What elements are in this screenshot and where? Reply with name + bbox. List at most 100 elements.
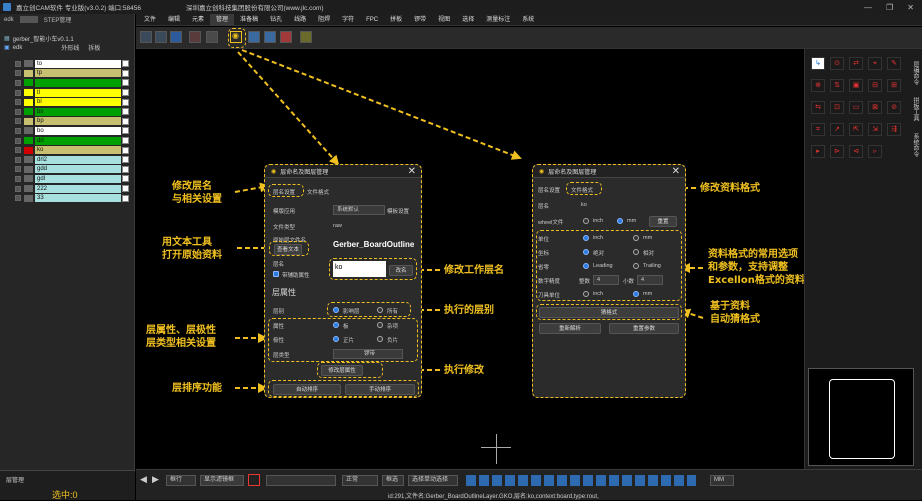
right-tool-icon[interactable]: ⇆ — [811, 101, 825, 114]
layer-row[interactable]: tl — [0, 88, 135, 98]
right-tool-icon[interactable]: ⊞ — [887, 79, 901, 92]
menu-item[interactable]: 系统 — [516, 14, 540, 26]
tab-file-format[interactable]: 文件格式 — [307, 188, 329, 196]
template-select[interactable]: 系统默认 — [333, 205, 385, 215]
right-tool-icon[interactable]: ⊘ — [887, 101, 901, 114]
toolbar-button-3[interactable] — [170, 31, 182, 43]
layer-row[interactable]: bo — [0, 126, 135, 136]
mode-select[interactable]: 框行 — [166, 475, 196, 486]
menu-item[interactable]: 线路 — [288, 14, 312, 26]
tool-strip[interactable] — [466, 475, 696, 486]
menu-item[interactable]: 锣带 — [408, 14, 432, 26]
menu-item[interactable]: 视图 — [432, 14, 456, 26]
layer-row[interactable]: bp — [0, 117, 135, 127]
right-tool-icon[interactable]: ⇅ — [830, 79, 844, 92]
wheel-radio-inch[interactable] — [583, 218, 589, 224]
layer-color-swatch[interactable] — [24, 185, 33, 193]
tab-layer-name[interactable]: 层名设置 — [538, 186, 560, 194]
layer-visible-checkbox[interactable] — [15, 137, 21, 144]
layer-color-swatch[interactable] — [24, 146, 33, 154]
right-tool-icon[interactable]: ▣ — [849, 79, 863, 92]
layer-color-swatch[interactable] — [24, 117, 33, 125]
right-tool-icon[interactable]: ⊟ — [868, 79, 882, 92]
layer-color-swatch[interactable] — [24, 127, 33, 135]
maximize-button[interactable]: ❐ — [886, 3, 893, 12]
filter-button[interactable]: 显示滤镜框 — [200, 475, 244, 486]
menu-item[interactable]: 编辑 — [162, 14, 186, 26]
layer-visible-checkbox[interactable] — [15, 79, 21, 86]
menu-item[interactable]: 选择 — [456, 14, 480, 26]
layer-color-swatch[interactable] — [24, 137, 33, 145]
layer-outline-checkbox[interactable] — [122, 89, 129, 97]
work-canvas[interactable] — [136, 49, 804, 469]
right-tool-icon[interactable]: ⊳ — [830, 145, 844, 158]
menu-item[interactable]: 元素 — [186, 14, 210, 26]
right-tool-icon[interactable]: ▭ — [849, 101, 863, 114]
right-tool-icon[interactable]: ▸ — [811, 145, 825, 158]
layer-outline-checkbox[interactable] — [122, 165, 129, 173]
right-tool-icon[interactable]: ⇶ — [887, 123, 901, 136]
layer-visible-checkbox[interactable] — [15, 118, 21, 125]
unit-select[interactable]: MM — [710, 475, 734, 486]
template-settings-link[interactable]: 模板设置 — [387, 207, 409, 215]
toolbar-button-5[interactable] — [206, 31, 218, 43]
layer-row[interactable]: bl — [0, 97, 135, 107]
layer-outline-checkbox[interactable] — [122, 60, 129, 68]
layer-outline-checkbox[interactable] — [122, 156, 129, 164]
tab-edk[interactable]: edk — [4, 17, 14, 23]
layer-row[interactable] — [0, 78, 135, 88]
right-tool-icon[interactable]: ⊙ — [830, 57, 844, 70]
layer-visible-checkbox[interactable] — [15, 108, 21, 115]
layer-row[interactable]: 222 — [0, 184, 135, 194]
menu-item[interactable]: 准备稿 — [234, 14, 264, 26]
layer-visible-checkbox[interactable] — [15, 195, 21, 202]
right-tool-icon[interactable]: ⊠ — [868, 101, 882, 114]
layer-row[interactable]: 33 — [0, 193, 135, 203]
layer-outline-checkbox[interactable] — [122, 127, 129, 135]
layer-color-swatch[interactable] — [24, 108, 33, 116]
layer-outline-checkbox[interactable] — [122, 98, 129, 106]
right-tool-icon[interactable]: ⇱ — [849, 123, 863, 136]
layer-visible-checkbox[interactable] — [15, 156, 21, 163]
layer-row[interactable]: gdl — [0, 174, 135, 184]
box-select-button[interactable]: 框选 — [382, 475, 404, 486]
layer-visible-checkbox[interactable] — [15, 166, 21, 173]
side-tab-panel-tools[interactable]: 拼板工具 — [910, 97, 920, 121]
prev-icon[interactable]: ◀ — [140, 474, 147, 485]
right-tool-icon[interactable]: ⇄ — [849, 57, 863, 70]
minimize-button[interactable]: — — [864, 3, 872, 12]
layer-outline-checkbox[interactable] — [122, 185, 129, 193]
layer-color-swatch[interactable] — [24, 175, 33, 183]
layer-visible-checkbox[interactable] — [15, 70, 21, 77]
layer-outline-checkbox[interactable] — [122, 79, 129, 87]
layer-visible-checkbox[interactable] — [15, 127, 21, 134]
layer-outline-checkbox[interactable] — [122, 175, 129, 183]
right-tool-icon[interactable]: ✎ — [887, 57, 901, 70]
layer-row[interactable]: gdd — [0, 165, 135, 175]
toolbar-button-1[interactable] — [140, 31, 152, 43]
tab-step-manager[interactable]: STEP管理 — [44, 15, 72, 24]
layer-row[interactable]: tp — [0, 69, 135, 79]
layer-color-swatch[interactable] — [24, 98, 33, 106]
reparse-button[interactable]: 重新解析 — [539, 323, 601, 334]
layer-color-swatch[interactable] — [24, 89, 33, 97]
close-icon[interactable]: ✕ — [672, 166, 680, 177]
layer-color-swatch[interactable] — [24, 156, 33, 164]
layer-outline-checkbox[interactable] — [122, 137, 129, 145]
layer-visible-checkbox[interactable] — [15, 89, 21, 96]
right-tool-icon[interactable]: ▹ — [868, 145, 882, 158]
toolbar-button-7[interactable] — [248, 31, 260, 43]
right-tool-icon[interactable]: ↗ — [830, 123, 844, 136]
layer-color-swatch[interactable] — [24, 69, 33, 77]
close-icon[interactable]: ✕ — [408, 166, 416, 177]
menu-item[interactable]: 测量标注 — [480, 14, 516, 26]
toolbar-button-9[interactable] — [280, 31, 292, 43]
menu-item[interactable]: 文件 — [138, 14, 162, 26]
toolbar-button-2[interactable] — [155, 31, 167, 43]
right-tool-icon[interactable]: ⊡ — [830, 101, 844, 114]
toolbar-button-10[interactable] — [300, 31, 312, 43]
minimap[interactable] — [808, 368, 914, 466]
search-input[interactable] — [266, 475, 336, 486]
layer-row[interactable]: drl2 — [0, 155, 135, 165]
menu-item[interactable]: 管理 — [210, 13, 235, 26]
